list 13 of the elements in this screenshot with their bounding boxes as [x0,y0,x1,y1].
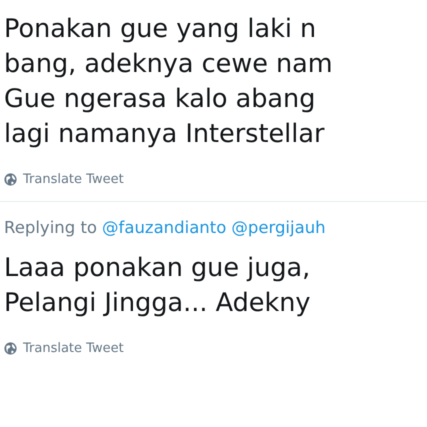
globe-icon [4,342,17,355]
tweet-text-line: Gue ngerasa kalo abang [4,83,316,116]
translate-tweet-link[interactable]: Translate Tweet [23,172,124,187]
tweet-text-line: Pelangi Jingga... Adekny [4,287,312,320]
tweet-text-line: Laaa ponakan gue juga, [4,252,312,285]
mention-link[interactable]: @pergijauh [231,218,326,237]
translate-tweet-link[interactable]: Translate Tweet [23,341,124,356]
tweet-text-line: lagi namanya Interstellar [4,118,326,151]
tweet-text-line: bang, adeknya cewe nam [4,48,334,81]
tweet-text-line: Ponakan gue yang laki n [4,13,318,46]
globe-icon [4,173,17,186]
replying-label: Replying to [4,218,98,237]
mention-link[interactable]: @fauzandianto [102,218,226,237]
